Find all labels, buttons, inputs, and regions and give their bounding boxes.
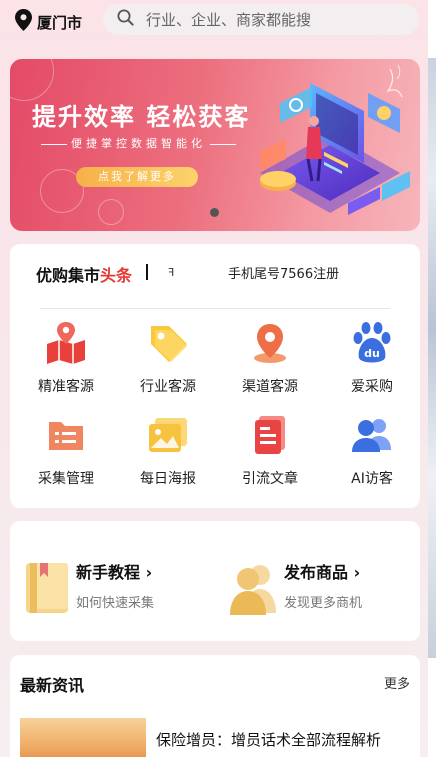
paw-du-icon: du <box>349 320 395 366</box>
feature-card: 优购集市头条 ꟻ 手机尾号7566注册 精准客源 行业客源 渠道客源 du 爱采… <box>10 244 420 508</box>
feature-ai-visitors[interactable]: AI访客 <box>321 412 423 488</box>
headline-ticker[interactable]: 优购集市头条 ꟻ 手机尾号7566注册 <box>10 244 420 300</box>
feature-label: 渠道客源 <box>242 379 298 395</box>
search-icon <box>117 9 134 30</box>
feature-label: 引流文章 <box>242 471 298 487</box>
ticker-separator <box>146 264 148 280</box>
divider <box>40 308 390 309</box>
adjacent-screen-edge <box>428 0 436 757</box>
map-icon <box>43 320 89 366</box>
feature-precise-leads[interactable]: 精准客源 <box>15 320 117 396</box>
chevron-right-icon: › <box>145 563 153 582</box>
ticker-message: 手机尾号7566注册 <box>228 267 340 282</box>
feature-label: 精准客源 <box>38 379 94 395</box>
banner-cta-button[interactable]: 点我了解更多 <box>76 167 198 187</box>
users-gold-icon <box>228 559 278 619</box>
carousel-indicator[interactable] <box>210 208 219 217</box>
feature-label: 行业客源 <box>140 379 196 395</box>
feature-industry-leads[interactable]: 行业客源 <box>117 320 219 396</box>
users-icon <box>349 412 395 458</box>
banner-title: 提升效率 轻松获客 <box>32 103 251 131</box>
decor-circle <box>10 59 54 101</box>
ticker-brand: 优购集市头条 <box>36 266 133 285</box>
location-pin-icon <box>247 320 293 366</box>
publish-subtitle: 发现更多商机 <box>284 596 363 611</box>
feature-label: 采集管理 <box>38 471 94 487</box>
publish-title: 发布商品 › <box>284 563 361 582</box>
news-section-title: 最新资讯 <box>20 676 85 695</box>
picture-icon <box>145 412 191 458</box>
feature-collection-mgmt[interactable]: 采集管理 <box>15 412 117 488</box>
book-icon <box>24 559 70 619</box>
news-headline[interactable]: 保险增员：增员话术全部流程解析 <box>156 729 381 750</box>
chevron-right-icon: › <box>353 563 361 582</box>
promo-banner[interactable]: 提升效率 轻松获客 便捷掌控数据智能化 点我了解更多 <box>10 59 420 231</box>
feature-label: AI访客 <box>351 471 393 487</box>
feature-label: 每日海报 <box>140 471 196 487</box>
tag-icon <box>145 320 191 366</box>
publish-product-link[interactable]: 发布商品 › 发现更多商机 <box>228 559 362 619</box>
document-icon <box>247 412 293 458</box>
feature-channel-leads[interactable]: 渠道客源 <box>219 320 321 396</box>
tutorial-subtitle: 如何快速采集 <box>76 596 155 611</box>
ticker-mini-glyph: ꟻ <box>168 266 175 279</box>
isometric-data-illustration <box>260 64 410 215</box>
folder-list-icon <box>43 412 89 458</box>
location-selector[interactable]: 厦门市 <box>15 9 82 35</box>
feature-aicaigou[interactable]: du 爱采购 <box>321 320 423 396</box>
tutorial-title: 新手教程 › <box>76 563 153 582</box>
feature-daily-poster[interactable]: 每日海报 <box>117 412 219 488</box>
news-card: 最新资讯 更多 保险增员：增员话术全部流程解析 <box>10 655 420 757</box>
banner-subtitle: 便捷掌控数据智能化 <box>37 135 240 151</box>
tutorial-card: 新手教程 › 如何快速采集 发布商品 › 发现更多商机 <box>10 521 420 641</box>
search-input[interactable] <box>146 10 396 29</box>
svg-text:du: du <box>364 347 380 360</box>
news-thumbnail[interactable] <box>20 718 146 757</box>
feature-traffic-articles[interactable]: 引流文章 <box>219 412 321 488</box>
feature-label: 爱采购 <box>351 379 393 395</box>
news-more-link[interactable]: 更多 <box>384 673 410 692</box>
city-label: 厦门市 <box>37 13 83 32</box>
location-pin-icon <box>15 9 32 35</box>
beginner-tutorial-link[interactable]: 新手教程 › 如何快速采集 <box>24 559 154 619</box>
top-bar: 厦门市 <box>0 0 428 42</box>
decor-circle <box>98 199 124 225</box>
search-bar[interactable] <box>103 4 419 35</box>
